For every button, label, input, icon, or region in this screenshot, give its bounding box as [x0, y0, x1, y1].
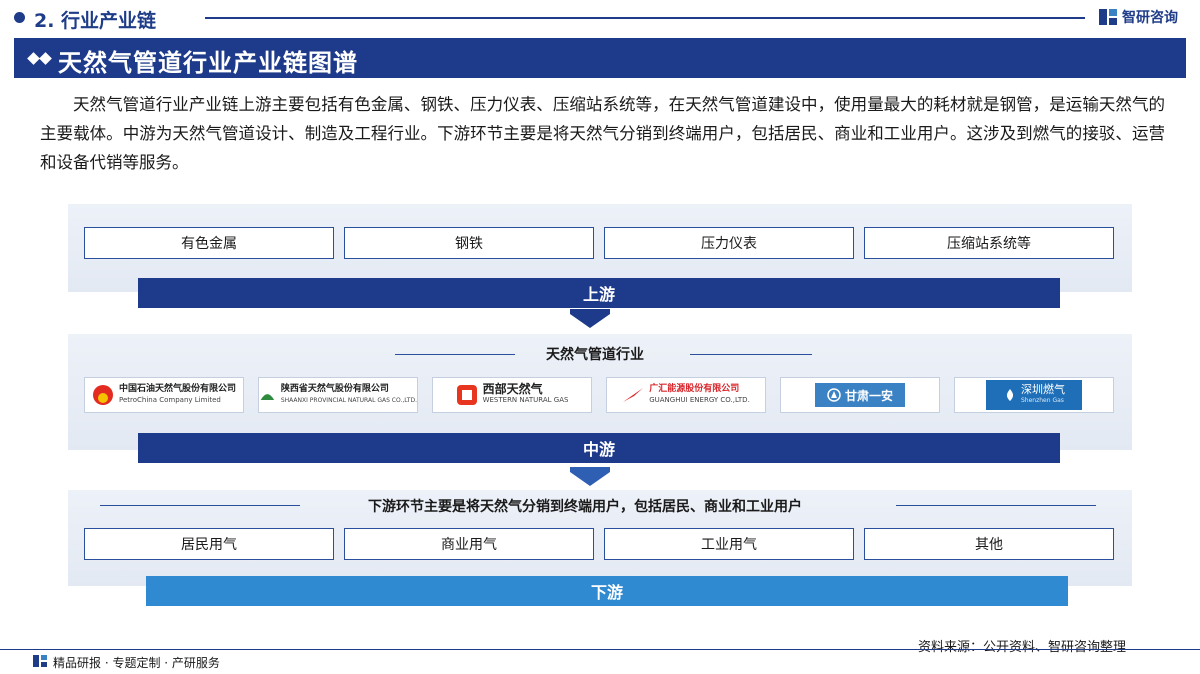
- logo-western-gas: 西部天然气 WESTERN NATURAL GAS: [432, 377, 592, 413]
- heading-rule: [100, 505, 300, 506]
- top-header: 2. 行业产业链 智研咨询: [0, 0, 1200, 36]
- bullet-dot: [14, 12, 25, 23]
- logo-petrochina: 中国石油天然气股份有限公司 PetroChina Company Limited: [84, 377, 244, 413]
- downstream-label: 下游: [146, 576, 1068, 606]
- guanghui-logo-icon: [623, 388, 644, 402]
- downstream-heading: 下游环节主要是将天然气分销到终端用户，包括居民、商业和工业用户: [368, 499, 802, 515]
- footer-logo-icon: [33, 655, 47, 667]
- footer-divider: [0, 649, 1200, 650]
- brand-name: 智研咨询: [1122, 10, 1178, 26]
- upstream-item-nonferrous: 有色金属: [84, 227, 334, 259]
- down-arrow-icon: [570, 314, 610, 328]
- downstream-item-commercial: 商业用气: [344, 528, 594, 560]
- brand: 智研咨询: [1098, 6, 1178, 28]
- petrochina-logo-icon: [92, 385, 113, 405]
- diamond-icon: [27, 52, 40, 65]
- midstream-label: 中游: [138, 433, 1060, 463]
- logo-gansu-yian: 甘肃一安: [780, 377, 940, 413]
- downstream-item-other: 其他: [864, 528, 1114, 560]
- brand-logo-icon: [1099, 9, 1117, 25]
- intro-paragraph: 天然气管道行业产业链上游主要包括有色金属、钢铁、压力仪表、压缩站系统等，在天然气…: [40, 95, 1165, 172]
- source-note: 资料来源：公开资料、智研咨询整理: [918, 640, 1127, 655]
- upstream-item-pressure-gauge: 压力仪表: [604, 227, 854, 259]
- heading-rule: [896, 505, 1096, 506]
- western-gas-logo-icon: [456, 385, 477, 405]
- heading-rule: [690, 354, 812, 355]
- downstream-item-industrial: 工业用气: [604, 528, 854, 560]
- title-bar: 天然气管道行业产业链图谱: [14, 38, 1186, 78]
- midstream-heading: 天然气管道行业: [546, 347, 644, 363]
- upstream-item-compressor: 压缩站系统等: [864, 227, 1114, 259]
- section-label: 2. 行业产业链: [34, 10, 157, 32]
- heading-rule: [395, 354, 515, 355]
- shaanxi-gas-logo-icon: [260, 394, 275, 401]
- logo-guanghui: 广汇能源股份有限公司 GUANGHUI ENERGY CO.,LTD.: [606, 377, 766, 413]
- flame-icon: [1006, 389, 1014, 401]
- header-divider: [205, 17, 1085, 19]
- logo-shaanxi-gas: 陕西省天然气股份有限公司 SHAANXI PROVINCIAL NATURAL …: [258, 377, 418, 413]
- upstream-item-steel: 钢铁: [344, 227, 594, 259]
- upstream-label: 上游: [138, 278, 1060, 308]
- down-arrow-icon: [570, 472, 610, 486]
- footer-tagline: 精品研报 · 专题定制 · 产研服务: [53, 656, 220, 670]
- logo-shenzhen-gas: 深圳燃气 Shenzhen Gas: [954, 377, 1114, 413]
- gansu-yian-logo-icon: [827, 388, 841, 402]
- diamond-icon: [39, 52, 52, 65]
- page-title: 天然气管道行业产业链图谱: [58, 49, 358, 77]
- downstream-item-residential: 居民用气: [84, 528, 334, 560]
